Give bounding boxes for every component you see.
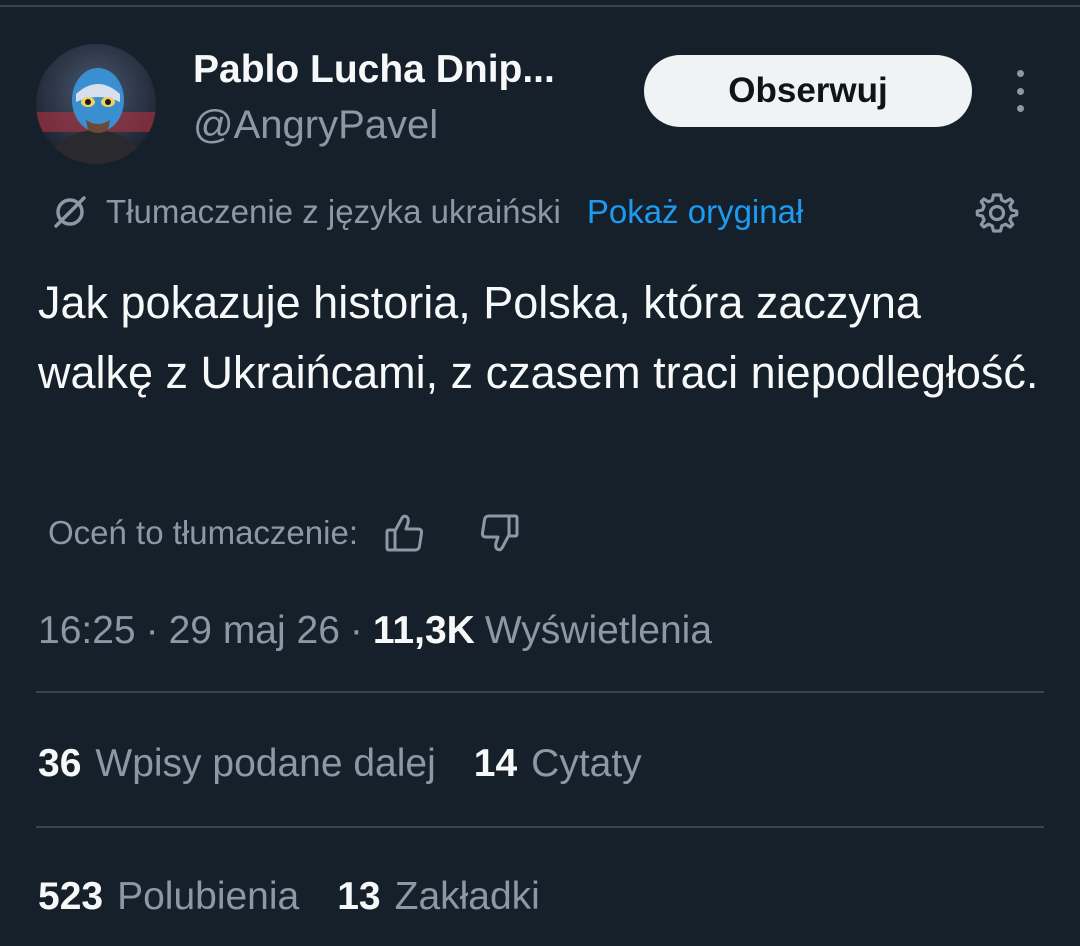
more-vertical-icon (1016, 70, 1024, 77)
bookmarks-count: 13 (337, 875, 381, 918)
stats-row-1: 36 Wpisy podane dalej 14 Cytaty (38, 737, 642, 791)
likes-label: Polubienia (117, 875, 300, 918)
follow-button[interactable]: Obserwuj (644, 55, 972, 127)
avatar[interactable] (36, 44, 156, 164)
reposts-count: 36 (38, 742, 82, 785)
author-handle[interactable]: @AngryPavel (193, 103, 438, 148)
quotes-stat[interactable]: 14 Cytaty (474, 742, 642, 786)
rate-translation-label: Oceń to tłumaczenie: (48, 514, 358, 551)
top-divider (0, 5, 1080, 7)
tweet-meta: 16:25 · 29 maj 26 · 11,3K Wyświetlenia (38, 604, 712, 658)
translation-bar: Tłumaczenie z języka ukraiński Pokaż ory… (48, 190, 803, 234)
show-original-link[interactable]: Pokaż oryginał (587, 193, 803, 231)
stats-row-2: 523 Polubienia 13 Zakładki (38, 870, 540, 924)
gear-icon[interactable] (974, 190, 1020, 236)
bookmarks-label: Zakładki (394, 875, 540, 918)
translate-slash-icon (54, 196, 86, 228)
thumbs-down-icon[interactable] (476, 510, 522, 556)
reposts-label: Wpisy podane dalej (95, 742, 436, 785)
tweet-time[interactable]: 16:25 (38, 609, 136, 653)
thumbs-up-icon[interactable] (382, 510, 428, 556)
more-options-button[interactable] (1000, 70, 1040, 112)
meta-separator: · (349, 609, 363, 652)
quotes-label: Cytaty (531, 742, 642, 785)
bookmarks-stat[interactable]: 13 Zakładki (337, 875, 540, 919)
quotes-count: 14 (473, 742, 518, 785)
views-count: 11,3K (372, 609, 475, 652)
divider (36, 826, 1044, 828)
translation-label: Tłumaczenie z języka ukraiński (106, 193, 561, 230)
likes-count: 523 (38, 875, 104, 918)
more-dot (1016, 87, 1024, 95)
more-dot (1016, 105, 1024, 112)
author-display-name[interactable]: Pablo Lucha Dnip... (193, 48, 555, 92)
reposts-stat[interactable]: 36 Wpisy podane dalej (38, 742, 436, 786)
divider (36, 691, 1044, 693)
views-label: Wyświetlenia (484, 609, 713, 652)
likes-stat[interactable]: 523 Polubienia (38, 875, 299, 919)
meta-separator: · (145, 609, 159, 652)
rate-translation: Oceń to tłumaczenie: (48, 508, 522, 558)
tweet-text: Jak pokazuje historia, Polska, która zac… (38, 277, 1039, 398)
tweet-date[interactable]: 29 maj 26 (169, 609, 340, 653)
